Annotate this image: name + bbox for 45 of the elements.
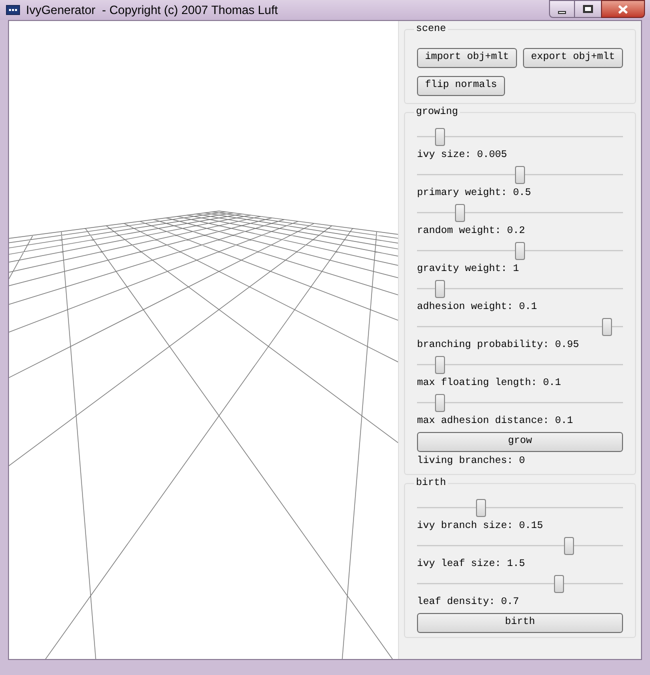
push-button[interactable]: birth: [416, 613, 623, 633]
slider[interactable]: [416, 127, 623, 147]
slider-thumb[interactable]: [434, 128, 445, 146]
slider-thumb[interactable]: [434, 394, 445, 412]
slider-thumb[interactable]: [514, 242, 525, 260]
push-button[interactable]: flip normals: [416, 76, 505, 96]
app-icon: [6, 5, 20, 15]
slider[interactable]: [416, 574, 623, 594]
slider[interactable]: [416, 203, 623, 223]
value-label: random weight: 0.2: [416, 224, 526, 239]
slider-thumb[interactable]: [554, 575, 564, 593]
slider[interactable]: [416, 317, 623, 337]
value-label: max floating length: 0.1: [416, 376, 562, 391]
slider-thumb[interactable]: [455, 204, 466, 222]
slider-thumb[interactable]: [434, 356, 445, 374]
slider-thumb[interactable]: [564, 537, 574, 555]
slider[interactable]: [416, 393, 623, 413]
slider[interactable]: [416, 498, 623, 518]
maximize-button[interactable]: [575, 0, 601, 18]
value-label: primary weight: 0.5: [416, 186, 532, 201]
close-icon: [618, 4, 628, 14]
push-button[interactable]: grow: [416, 432, 623, 452]
window-title: IvyGenerator - Copyright (c) 2007 Thomas Luft: [26, 2, 278, 19]
push-button[interactable]: export obj+mlt: [522, 48, 623, 68]
slider[interactable]: [416, 279, 623, 299]
value-label: max adhesion distance: 0.1: [416, 414, 574, 429]
value-label: living branches: 0: [416, 454, 526, 469]
minimize-button[interactable]: [549, 0, 575, 18]
slider-thumb[interactable]: [476, 499, 486, 517]
value-label: ivy leaf size: 1.5: [416, 558, 526, 572]
push-button[interactable]: import obj+mlt: [416, 48, 517, 68]
slider[interactable]: [416, 241, 623, 261]
value-label: adhesion weight: 0.1: [416, 300, 538, 315]
value-label: leaf density: 0.7: [416, 596, 520, 610]
value-label: branching probability: 0.95: [416, 338, 580, 353]
slider-thumb[interactable]: [434, 280, 445, 298]
close-button[interactable]: [601, 0, 645, 18]
slider-thumb[interactable]: [602, 318, 612, 336]
slider-thumb[interactable]: [514, 166, 525, 184]
slider[interactable]: [416, 355, 623, 375]
value-label: ivy size: 0.005: [416, 148, 508, 163]
slider[interactable]: [416, 536, 623, 556]
slider[interactable]: [416, 165, 623, 185]
value-label: ivy branch size: 0.15: [416, 520, 544, 534]
value-label: gravity weight: 1: [416, 262, 520, 277]
